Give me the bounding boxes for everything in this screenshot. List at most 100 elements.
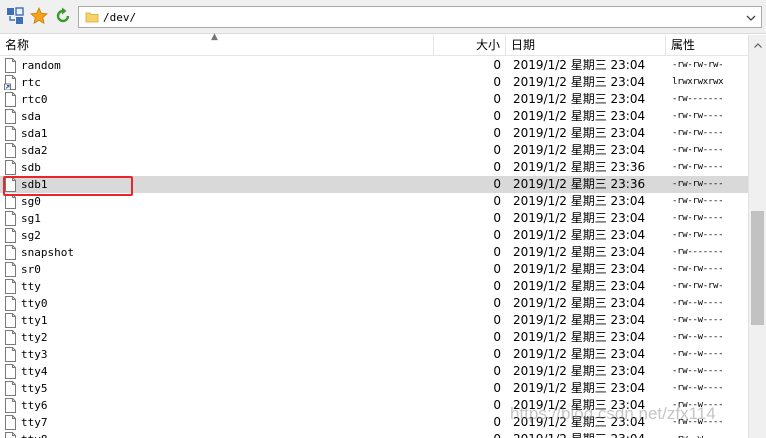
file-name: sg2	[21, 229, 41, 242]
file-date: 2019/1/2 星期三 23:04	[513, 279, 646, 293]
file-date: 2019/1/2 星期三 23:04	[513, 58, 646, 72]
file-row-sg1[interactable]: sg1 0 2019/1/2 星期三 23:04 -rw-rw----	[0, 210, 748, 227]
file-attributes: -rw-rw----	[672, 128, 724, 138]
file-name: snapshot	[21, 246, 74, 259]
path-dropdown-button[interactable]	[742, 8, 760, 26]
file-size: 0	[493, 279, 501, 293]
file-size: 0	[493, 75, 501, 89]
file-name: tty3	[21, 348, 48, 361]
file-size: 0	[493, 228, 501, 242]
column-header-date[interactable]: 日期	[506, 35, 666, 56]
file-date: 2019/1/2 星期三 23:04	[513, 262, 646, 276]
file-row-tty4[interactable]: tty4 0 2019/1/2 星期三 23:04 -rw--w----	[0, 363, 748, 380]
file-date: 2019/1/2 星期三 23:04	[513, 92, 646, 106]
file-name: rtc	[21, 76, 41, 89]
file-list: random 0 2019/1/2 星期三 23:04 -rw-rw-rw-rtc 0 2…	[0, 56, 748, 438]
file-attributes: -rw-rw----	[672, 230, 724, 240]
sync-directory-button[interactable]	[4, 5, 26, 27]
file-date: 2019/1/2 星期三 23:04	[513, 109, 646, 123]
file-row-tty5[interactable]: tty5 0 2019/1/2 星期三 23:04 -rw--w----	[0, 380, 748, 397]
file-attributes: -rw-rw----	[672, 264, 724, 274]
refresh-button[interactable]	[52, 5, 74, 27]
file-size: 0	[434, 431, 501, 438]
file-row-sr0[interactable]: sr0 0 2019/1/2 星期三 23:04 -rw-rw----	[0, 261, 748, 278]
file-row-random[interactable]: random 0 2019/1/2 星期三 23:04 -rw-rw-rw-	[0, 57, 748, 74]
file-icon	[4, 381, 17, 396]
file-attributes: -rw--w----	[672, 332, 724, 342]
file-name: random	[21, 59, 61, 72]
file-row-rtc[interactable]: rtc 0 2019/1/2 星期三 23:04 lrwxrwxrwx	[0, 74, 748, 91]
file-size: 0	[493, 92, 501, 106]
file-row-tty2[interactable]: tty2 0 2019/1/2 星期三 23:04 -rw--w----	[0, 329, 748, 346]
file-row-tty[interactable]: tty 0 2019/1/2 星期三 23:04 -rw-rw-rw-	[0, 278, 748, 295]
file-size: 0	[493, 313, 501, 327]
file-name: sda2	[21, 144, 48, 157]
file-attributes: -rw-rw-rw-	[672, 60, 724, 70]
file-row-tty8[interactable]: tty8 0 2019/1/2 星期三 23:04 -rw--w----	[0, 431, 748, 438]
file-size: 0	[493, 262, 501, 276]
file-date: 2019/1/2 星期三 23:04	[513, 313, 646, 327]
column-header-attributes[interactable]: 属性	[666, 35, 748, 56]
file-row-tty0[interactable]: tty0 0 2019/1/2 星期三 23:04 -rw--w----	[0, 295, 748, 312]
file-icon	[4, 296, 17, 311]
file-row-sdb[interactable]: sdb 0 2019/1/2 星期三 23:36 -rw-rw----	[0, 159, 748, 176]
file-row-sda[interactable]: sda 0 2019/1/2 星期三 23:04 -rw-rw----	[0, 108, 748, 125]
file-attributes: -rw-rw----	[672, 145, 724, 155]
sync-tree-icon	[6, 7, 24, 25]
file-row-snapshot[interactable]: snapshot 0 2019/1/2 星期三 23:04 -rw-------	[0, 244, 748, 261]
path-input[interactable]	[103, 8, 733, 26]
file-date: 2019/1/2 星期三 23:04	[513, 296, 646, 310]
file-row-rtc0[interactable]: rtc0 0 2019/1/2 星期三 23:04 -rw-------	[0, 91, 748, 108]
file-name: tty6	[21, 399, 48, 412]
file-name: tty2	[21, 331, 48, 344]
scroll-up-button[interactable]	[749, 35, 766, 52]
file-row-sg2[interactable]: sg2 0 2019/1/2 星期三 23:04 -rw-rw----	[0, 227, 748, 244]
file-size: 0	[493, 364, 501, 378]
file-date: 2019/1/2 星期三 23:04	[513, 330, 646, 344]
file-name: tty8	[21, 431, 421, 438]
file-size: 0	[493, 211, 501, 225]
file-attributes: -rw--w----	[672, 315, 724, 325]
file-row-tty1[interactable]: tty1 0 2019/1/2 星期三 23:04 -rw--w----	[0, 312, 748, 329]
file-size: 0	[493, 415, 501, 429]
file-name: tty5	[21, 382, 48, 395]
file-name: tty	[21, 280, 41, 293]
file-size: 0	[493, 177, 501, 191]
file-icon	[4, 364, 17, 379]
file-name: tty4	[21, 365, 48, 378]
file-attributes: -rw--w----	[672, 298, 724, 308]
toolbar	[0, 0, 766, 34]
vertical-scrollbar[interactable]	[748, 35, 766, 438]
file-date: 2019/1/2 星期三 23:04	[513, 245, 646, 259]
file-attributes: -rw-rw----	[672, 213, 724, 223]
file-date: 2019/1/2 星期三 23:04	[513, 381, 646, 395]
file-icon	[4, 262, 17, 277]
file-size: 0	[493, 143, 501, 157]
file-row-sda1[interactable]: sda1 0 2019/1/2 星期三 23:04 -rw-rw----	[0, 125, 748, 142]
file-row-tty3[interactable]: tty3 0 2019/1/2 星期三 23:04 -rw--w----	[0, 346, 748, 363]
file-name: sda	[21, 110, 41, 123]
link-file-icon	[4, 75, 17, 90]
file-date: 2019/1/2 星期三 23:04	[513, 228, 646, 242]
column-header: 名称 ▲ 大小 日期 属性	[0, 33, 748, 56]
star-icon	[30, 7, 48, 25]
file-attributes: -rw--w----	[672, 366, 724, 376]
file-date: 2019/1/2 星期三 23:04	[513, 431, 663, 438]
column-header-attributes-label: 属性	[671, 38, 696, 52]
file-attributes: -rw-rw-rw-	[672, 281, 724, 291]
file-size: 0	[493, 296, 501, 310]
column-header-name[interactable]: 名称 ▲	[0, 33, 434, 56]
file-row-sda2[interactable]: sda2 0 2019/1/2 星期三 23:04 -rw-rw----	[0, 142, 748, 159]
file-name: sg1	[21, 212, 41, 225]
file-attributes: -rw-------	[672, 247, 724, 257]
file-icon	[4, 109, 17, 124]
scrollbar-thumb[interactable]	[751, 211, 764, 325]
chevron-up-icon	[753, 37, 762, 51]
file-icon	[4, 347, 17, 362]
file-icon	[4, 279, 17, 294]
file-size: 0	[493, 126, 501, 140]
column-header-size[interactable]: 大小	[434, 35, 506, 56]
bookmark-button[interactable]	[28, 5, 50, 27]
file-icon	[4, 432, 17, 438]
column-header-size-label: 大小	[475, 38, 500, 52]
